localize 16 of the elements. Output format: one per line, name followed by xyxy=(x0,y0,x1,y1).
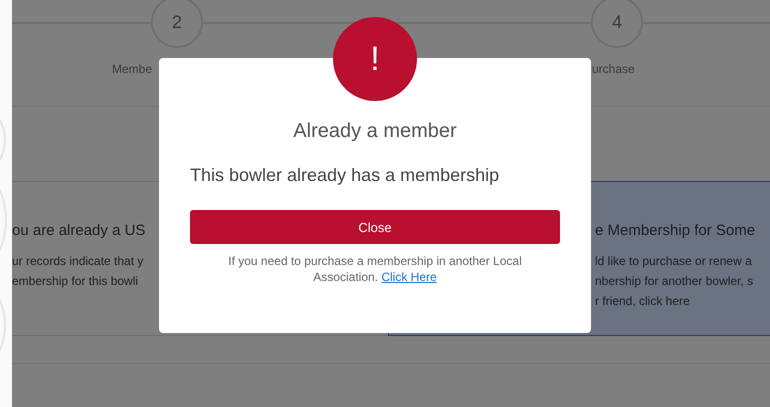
card-text: nbership for another bowler, s xyxy=(595,273,754,290)
step-label: urchase xyxy=(592,62,635,76)
card-text: ld like to purchase or renew a xyxy=(595,253,752,270)
dialog-note: If you need to purchase a membership in another Local Association. Click Here xyxy=(227,253,523,285)
step-number: 4 xyxy=(591,0,643,48)
card-text: r friend, click here xyxy=(595,293,690,310)
card-text: embership for this bowli xyxy=(12,273,138,290)
card-title: ou are already a US xyxy=(12,222,146,239)
step-label: Membe xyxy=(112,62,152,76)
step-number: 2 xyxy=(151,0,203,48)
dialog-message: This bowler already has a membership xyxy=(190,165,500,186)
click-here-link[interactable]: Click Here xyxy=(381,270,437,284)
card-title: e Membership for Some xyxy=(595,222,756,239)
card-text: ur records indicate that y xyxy=(12,253,144,270)
dialog-title: Already a member xyxy=(292,120,458,143)
close-button[interactable]: Close xyxy=(190,210,560,244)
